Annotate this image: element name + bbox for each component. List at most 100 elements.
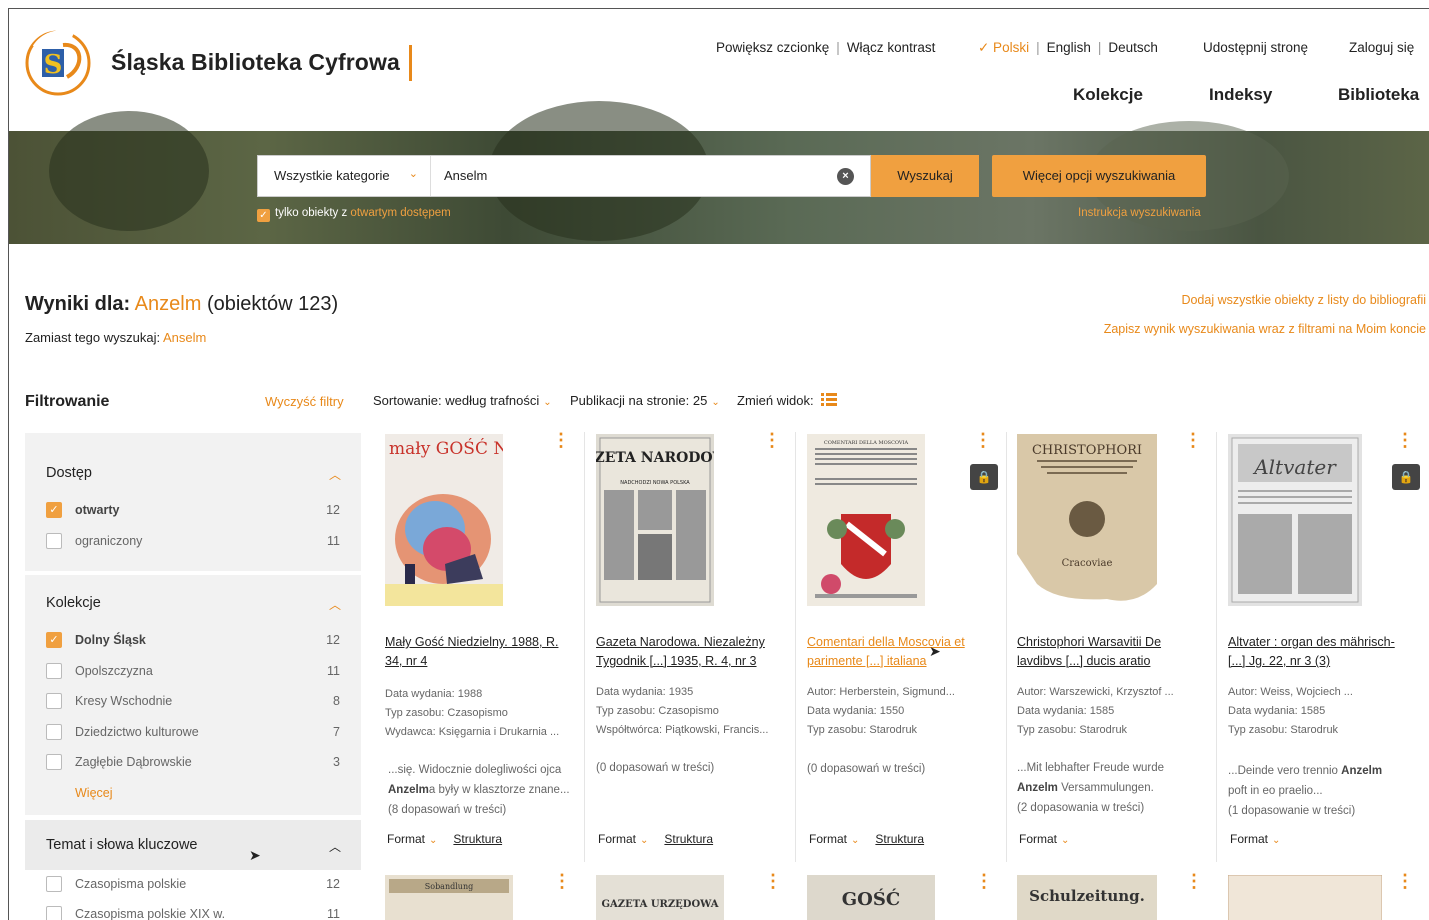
chevron-down-icon[interactable]: ⌄ (640, 835, 648, 846)
checkbox-icon[interactable] (46, 693, 62, 709)
filter-option-ograniczony[interactable]: ograniczony 11 (46, 532, 340, 552)
filter-option-dziedzictwo[interactable]: Dziedzictwo kulturowe 7 (46, 723, 340, 743)
checkbox-icon[interactable] (46, 724, 62, 740)
result-card[interactable]: COMENTARI DELLA MOSCOVIA ⋮ 🔒 Comentari d… (797, 431, 1007, 862)
card-menu-icon[interactable]: ⋮ (974, 431, 992, 449)
filter-more-label[interactable]: Więcej (75, 786, 113, 800)
checkbox-icon[interactable] (46, 663, 62, 679)
checkbox-icon[interactable] (46, 906, 62, 920)
filter-access-heading[interactable]: Dostęp (46, 465, 92, 481)
filter-option-czasopisma[interactable]: Czasopisma polskie 12 (46, 875, 340, 895)
card-menu-icon[interactable]: ⋮ (553, 872, 571, 890)
chevron-down-icon[interactable]: ⌄ (851, 835, 859, 846)
nav-biblioteka[interactable]: Biblioteka (1338, 85, 1419, 105)
did-you-mean-link[interactable]: Anselm (163, 330, 206, 345)
result-card[interactable]: Altvater ⋮ 🔒 Altvater : organ des mähris… (1218, 431, 1428, 862)
per-page-select[interactable]: Publikacji na stronie: 25 ⌄ (570, 393, 720, 408)
result-thumbnail[interactable]: Altvater (1228, 434, 1362, 606)
advanced-search-button[interactable]: Więcej opcji wyszukiwania (992, 155, 1206, 197)
lang-deutsch[interactable]: Deutsch (1108, 40, 1158, 55)
filter-option-zaglebie[interactable]: Zagłębie Dąbrowskie 3 (46, 753, 340, 773)
result-card[interactable]: GAZETA NARODOWA NADCHODZI NOWA POLSKA ⋮ … (586, 431, 796, 862)
clear-filters-link[interactable]: Wyczyść filtry (265, 394, 344, 409)
result-thumbnail[interactable] (1228, 875, 1382, 920)
result-title[interactable]: Altvater : organ des mährisch- [...] Jg.… (1228, 633, 1413, 671)
share-link[interactable]: Udostępnij stronę (1203, 40, 1308, 55)
checkbox-checked-icon[interactable]: ✓ (46, 632, 62, 648)
view-switch[interactable]: Zmień widok: (737, 393, 838, 408)
chevron-up-icon[interactable]: ︿ (329, 838, 341, 855)
filter-option-otwarty[interactable]: ✓ otwarty 12 (46, 501, 340, 521)
result-thumbnail[interactable]: mały GOŚĆ NIEDZIELNY (385, 434, 503, 606)
result-title[interactable]: Gazeta Narodowa. Niezależny Tygodnik [..… (596, 633, 781, 671)
result-card[interactable]: Sobandlung ⋮ (375, 872, 585, 920)
category-select[interactable]: Wszystkie kategorie ⌄ (258, 156, 431, 196)
login-link[interactable]: Zaloguj się (1349, 40, 1414, 55)
result-card[interactable]: mały GOŚĆ NIEDZIELNY ⋮ Mały Gość Niedzie… (375, 431, 585, 862)
filter-option-dolny-slask[interactable]: ✓ Dolny Śląsk 12 (46, 631, 340, 651)
filter-keywords-heading[interactable]: Temat i słowa kluczowe (46, 837, 198, 853)
card-menu-icon[interactable]: ⋮ (1184, 431, 1202, 449)
checkbox-checked-icon[interactable]: ✓ (46, 502, 62, 518)
open-access-link[interactable]: otwartym dostępem (350, 207, 450, 219)
search-instructions-link[interactable]: Instrukcja wyszukiwania (1078, 207, 1201, 219)
chevron-down-icon[interactable]: ⌄ (1272, 835, 1280, 846)
chevron-down-icon[interactable]: ⌄ (429, 835, 437, 846)
result-thumbnail[interactable]: CHRISTOPHORI Cracoviae (1017, 434, 1157, 606)
format-dropdown[interactable]: Format (809, 832, 847, 846)
structure-link[interactable]: Struktura (875, 832, 924, 846)
lang-english[interactable]: English (1047, 40, 1091, 55)
result-thumbnail[interactable]: GOŚĆ (807, 875, 935, 920)
chevron-up-icon[interactable]: ︿ (329, 466, 341, 483)
result-thumbnail[interactable]: COMENTARI DELLA MOSCOVIA (807, 434, 925, 606)
result-thumbnail[interactable]: GAZETA URZĘDOWA (596, 875, 724, 920)
result-title[interactable]: Comentari della Moscovia et parimente [.… (807, 633, 992, 671)
result-card[interactable]: GAZETA URZĘDOWA ⋮ (586, 872, 796, 920)
card-menu-icon[interactable]: ⋮ (763, 431, 781, 449)
add-to-bibliography-link[interactable]: Dodaj wszystkie obiekty z listy do bibli… (1181, 293, 1426, 307)
result-thumbnail[interactable]: GAZETA NARODOWA NADCHODZI NOWA POLSKA (596, 434, 714, 606)
nav-indeksy[interactable]: Indeksy (1209, 85, 1272, 105)
chevron-down-icon[interactable]: ⌄ (1061, 835, 1069, 846)
sort-select[interactable]: Sortowanie: według trafności ⌄ (373, 393, 552, 408)
card-menu-icon[interactable]: ⋮ (764, 872, 782, 890)
filter-collections-heading[interactable]: Kolekcje (46, 595, 101, 611)
format-dropdown[interactable]: Format (387, 832, 425, 846)
structure-link[interactable]: Struktura (664, 832, 713, 846)
card-menu-icon[interactable]: ⋮ (552, 431, 570, 449)
format-dropdown[interactable]: Format (1019, 832, 1057, 846)
contrast-link[interactable]: Włącz kontrast (847, 40, 936, 55)
result-title[interactable]: Mały Gość Niedzielny. 1988, R. 34, nr 4 (385, 633, 570, 671)
open-access-checkbox[interactable]: ✓ tylko obiekty z otwartym dostępem (257, 207, 451, 222)
brand-name[interactable]: Śląska Biblioteka Cyfrowa (111, 49, 400, 76)
card-menu-icon[interactable]: ⋮ (975, 872, 993, 890)
filter-option-opolszczyzna[interactable]: Opolszczyzna 11 (46, 662, 340, 682)
search-input[interactable]: Anselm (444, 168, 487, 183)
filter-more-link[interactable]: Więcej (46, 784, 340, 804)
checkbox-icon[interactable] (46, 533, 62, 549)
filter-option-czasopisma-xix[interactable]: Czasopisma polskie XIX w. 11 (46, 905, 340, 920)
search-button[interactable]: Wyszukaj (871, 155, 979, 197)
sbc-logo[interactable]: S (23, 27, 93, 99)
enlarge-font-link[interactable]: Powiększ czcionkę (716, 40, 829, 55)
lang-polski[interactable]: ✓ Polski (978, 40, 1029, 55)
list-view-icon[interactable] (821, 393, 838, 406)
structure-link[interactable]: Struktura (453, 832, 502, 846)
result-title[interactable]: Christophori Warsavitii De lavdibvs [...… (1017, 633, 1202, 671)
nav-kolekcje[interactable]: Kolekcje (1073, 85, 1143, 105)
card-menu-icon[interactable]: ⋮ (1185, 872, 1203, 890)
result-thumbnail[interactable]: Schulzeitung. (1017, 875, 1157, 920)
card-menu-icon[interactable]: ⋮ (1396, 872, 1414, 890)
filter-option-kresy[interactable]: Kresy Wschodnie 8 (46, 692, 340, 712)
result-card[interactable]: ⋮ (1218, 872, 1428, 920)
format-dropdown[interactable]: Format (598, 832, 636, 846)
format-dropdown[interactable]: Format (1230, 832, 1268, 846)
chevron-up-icon[interactable]: ︿ (329, 596, 341, 613)
clear-search-icon[interactable]: × (837, 168, 854, 185)
checkbox-icon[interactable] (46, 754, 62, 770)
checkbox-icon[interactable] (46, 876, 62, 892)
result-card[interactable]: GOŚĆ ⋮ (797, 872, 1007, 920)
result-card[interactable]: CHRISTOPHORI Cracoviae ⋮ Christophori Wa… (1007, 431, 1217, 862)
result-card[interactable]: Schulzeitung. ⋮ (1007, 872, 1217, 920)
result-thumbnail[interactable]: Sobandlung (385, 875, 513, 920)
